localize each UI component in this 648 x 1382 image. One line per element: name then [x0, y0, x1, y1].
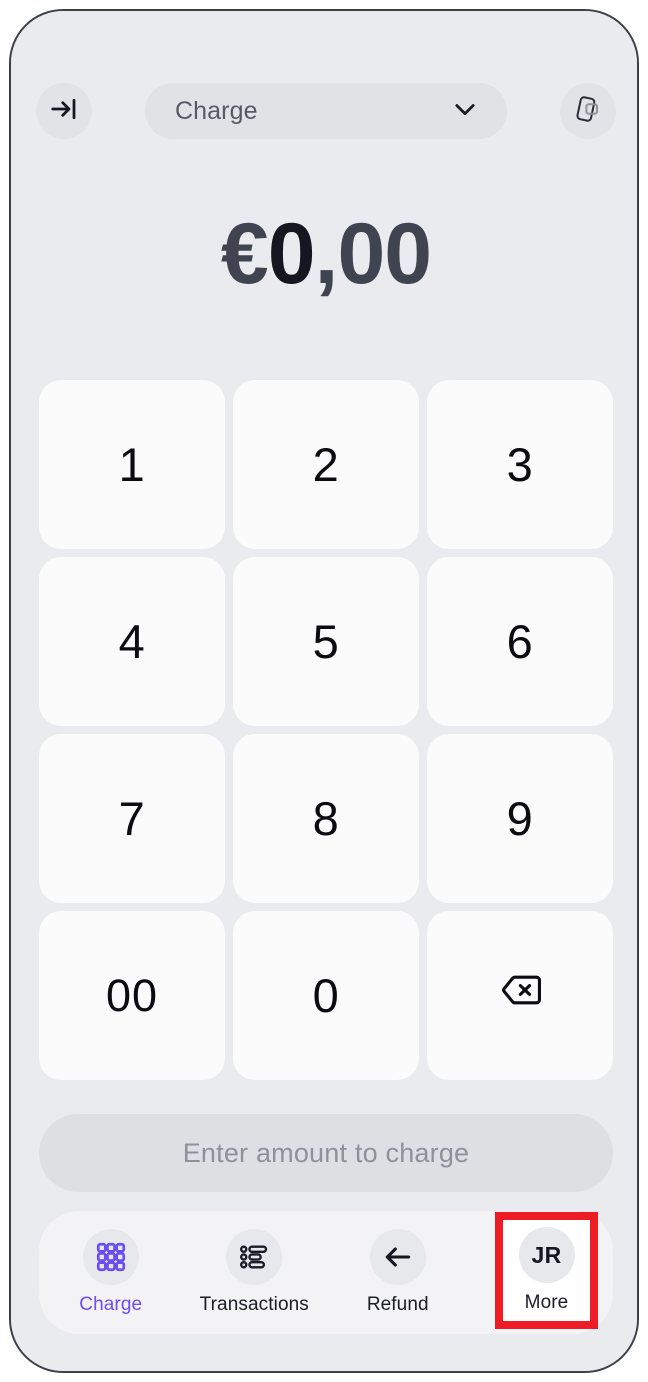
- key-4-label: 4: [118, 615, 146, 668]
- key-1[interactable]: 1: [39, 380, 225, 549]
- key-3[interactable]: 3: [427, 380, 613, 549]
- backspace-icon: [498, 968, 542, 1023]
- nav-item-charge[interactable]: Charge: [39, 1229, 183, 1316]
- amount-integer-part: 0: [267, 206, 316, 302]
- key-2-label: 2: [312, 438, 340, 491]
- key-backspace[interactable]: [427, 911, 613, 1080]
- app-screen: Charge €0,00 123456789 00 0 Enter amount…: [11, 11, 637, 1371]
- key-7[interactable]: 7: [39, 734, 225, 903]
- nav-item-label-transactions: Transactions: [199, 1294, 309, 1315]
- avatar-initials: JR: [531, 1241, 562, 1268]
- phone-device-frame: Charge €0,00 123456789 00 0 Enter amount…: [9, 9, 639, 1373]
- key-6-label: 6: [506, 615, 534, 668]
- nav-item-refund[interactable]: Refund: [326, 1229, 470, 1316]
- amount-decimal-part: 00: [337, 206, 432, 302]
- key-0[interactable]: 0: [233, 911, 419, 1080]
- amount-display: €0,00: [11, 211, 637, 297]
- nav-item-label-refund: Refund: [366, 1294, 429, 1315]
- nav-item-more-highlighted[interactable]: JR More: [503, 1220, 590, 1321]
- key-5-label: 5: [312, 615, 340, 668]
- key-double-zero-label: 00: [105, 969, 159, 1021]
- amount-currency-symbol: €: [220, 206, 269, 302]
- nav-item-label-more: More: [524, 1292, 569, 1313]
- mode-selector-label: Charge: [175, 96, 258, 125]
- key-2[interactable]: 2: [233, 380, 419, 549]
- key-9-label: 9: [506, 792, 534, 845]
- nav-item-transactions[interactable]: Transactions: [183, 1229, 327, 1316]
- key-4[interactable]: 4: [39, 557, 225, 726]
- key-0-label: 0: [312, 969, 340, 1022]
- nav-item-label-charge: Charge: [79, 1294, 143, 1315]
- chevron-down-icon: [451, 95, 479, 128]
- arrow-right-to-bar-icon: [49, 94, 79, 129]
- key-3-label: 3: [506, 438, 534, 491]
- grid-3x3-icon: [82, 1229, 139, 1285]
- key-1-label: 1: [118, 438, 146, 491]
- list-bars-icon: [226, 1229, 283, 1285]
- numeric-keypad: 1 2 3 4 5 6 7 8 9 00 0: [39, 380, 613, 1080]
- key-8-label: 8: [312, 792, 340, 845]
- arrow-left-icon: [369, 1229, 426, 1285]
- tap-to-pay-phone-card-icon: [571, 92, 605, 131]
- avatar: JR: [518, 1227, 575, 1283]
- key-9[interactable]: 9: [427, 734, 613, 903]
- key-8[interactable]: 8: [233, 734, 419, 903]
- top-bar: Charge: [11, 73, 637, 149]
- charge-submit-button[interactable]: Enter amount to charge: [39, 1114, 613, 1192]
- key-7-label: 7: [118, 792, 146, 845]
- amount-decimal-separator: ,: [314, 206, 339, 302]
- exit-button[interactable]: [36, 83, 92, 139]
- mode-selector[interactable]: Charge: [145, 83, 507, 139]
- key-5[interactable]: 5: [233, 557, 419, 726]
- key-double-zero[interactable]: 00: [39, 911, 225, 1080]
- key-6[interactable]: 6: [427, 557, 613, 726]
- tap-to-pay-button[interactable]: [560, 83, 616, 139]
- highlight-annotation-box: JR More: [495, 1212, 598, 1329]
